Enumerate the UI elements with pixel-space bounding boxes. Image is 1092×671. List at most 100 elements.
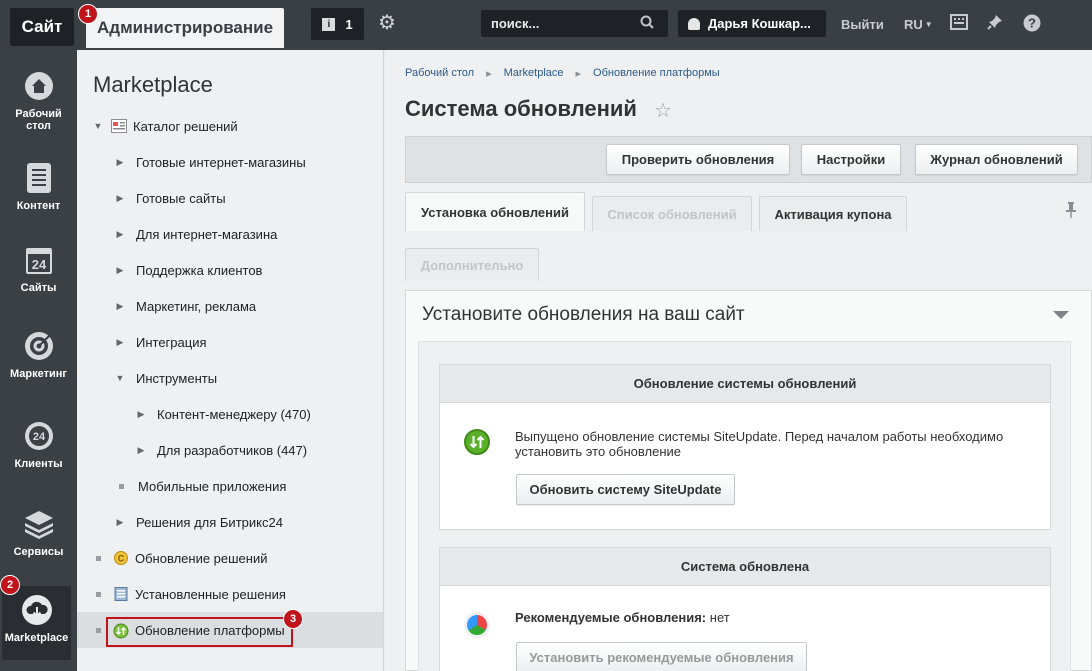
tree-item-label: Готовые сайты <box>136 190 226 206</box>
notifications-count: 1 <box>345 16 353 32</box>
tree-item-label: Интеграция <box>136 334 207 350</box>
chevron-right-icon[interactable]: ▶ <box>136 409 146 420</box>
breadcrumb-separator-icon: ▸ <box>486 68 492 80</box>
language-selector[interactable]: RU ▼ <box>904 17 933 32</box>
tree-item-label: Решения для Битрикс24 <box>136 514 283 530</box>
page-title: Система обновлений <box>405 96 637 121</box>
tree-item-installed[interactable]: Установленные решения <box>77 576 383 612</box>
update-siteupdate-button[interactable]: Обновить систему SiteUpdate <box>516 474 735 505</box>
recommended-updates-icon <box>464 612 490 638</box>
document-icon <box>23 162 55 194</box>
calendar-24-icon: 24 <box>23 244 55 276</box>
installed-solutions-icon <box>113 587 129 601</box>
tab-install-updates[interactable]: Установка обновлений <box>405 192 585 231</box>
site-button[interactable]: Сайт <box>10 8 74 46</box>
settings-button[interactable]: Настройки <box>801 144 901 175</box>
bullet-icon <box>119 483 124 489</box>
menu-item-label: Marketplace <box>4 632 69 644</box>
chevron-right-icon[interactable]: ▶ <box>115 301 125 312</box>
tree-item-developers[interactable]: ▶ Для разработчиков (447) <box>77 432 383 468</box>
menu-item-desktop[interactable]: Рабочий стол <box>0 70 77 150</box>
menu-item-marketplace[interactable]: Marketplace <box>2 586 71 660</box>
user-button[interactable]: Дарья Кошкар... <box>678 10 826 37</box>
chevron-right-icon[interactable]: ▶ <box>115 193 125 204</box>
highlight-box <box>106 617 293 647</box>
tree-item-content-manager[interactable]: ▶ Контент-менеджеру (470) <box>77 396 383 432</box>
tree-item-label: Поддержка клиентов <box>136 262 263 278</box>
gear-icon[interactable]: ⚙ <box>378 13 396 33</box>
menu-item-clients[interactable]: 24 Клиенты <box>0 420 77 500</box>
notifications-button[interactable]: i 1 <box>311 8 364 40</box>
menu-item-content[interactable]: Контент <box>0 162 77 242</box>
chevron-right-icon[interactable]: ▶ <box>136 445 146 456</box>
logout-link[interactable]: Выйти <box>841 17 884 32</box>
system-updated-block: Система обновлена Рекомендуемые обновлен… <box>439 547 1051 671</box>
update-journal-button[interactable]: Журнал обновлений <box>915 144 1078 175</box>
info-icon: i <box>322 17 336 31</box>
subnav-title: Marketplace <box>93 72 213 97</box>
chevron-down-icon[interactable]: ▼ <box>93 121 103 131</box>
tree-item-label: Каталог решений <box>133 118 238 134</box>
search-box <box>481 10 668 37</box>
tree-item-label: Установленные решения <box>135 586 286 602</box>
help-icon[interactable]: ? <box>1023 14 1041 37</box>
tree-item-label: Для разработчиков (447) <box>157 442 308 458</box>
update-solutions-icon: C <box>113 551 129 565</box>
install-recommended-button[interactable]: Установить рекомендуемые обновления <box>516 642 807 671</box>
admin-tab[interactable]: Администрирование <box>86 8 284 48</box>
step-marker-2: 2 <box>0 575 20 595</box>
keyboard-icon[interactable] <box>950 14 968 35</box>
chevron-right-icon[interactable]: ▶ <box>115 517 125 528</box>
menu-item-label: Контент <box>16 200 61 212</box>
tree-item-label: Обновление решений <box>135 550 268 566</box>
tree-item-catalog[interactable]: ▼ Каталог решений <box>77 108 383 144</box>
pin-icon[interactable] <box>1066 202 1076 221</box>
search-icon[interactable] <box>640 15 654 33</box>
recommended-updates-text: Рекомендуемые обновления: нет <box>515 610 730 625</box>
tree-item-mobile[interactable]: Мобильные приложения <box>77 468 383 504</box>
target-icon <box>23 330 55 362</box>
block-heading: Система обновлена <box>440 548 1050 586</box>
tree-item-support[interactable]: ▶ Поддержка клиентов <box>77 252 383 288</box>
menu-item-label: Клиенты <box>14 458 63 470</box>
tree-item-bitrix24[interactable]: ▶ Решения для Битрикс24 <box>77 504 383 540</box>
tree-item-integration[interactable]: ▶ Интеграция <box>77 324 383 360</box>
breadcrumb-item[interactable]: Marketplace <box>504 67 564 80</box>
tree-item-ready-sites[interactable]: ▶ Готовые сайты <box>77 180 383 216</box>
tree-item-solution-updates[interactable]: C Обновление решений <box>77 540 383 576</box>
tree-item-label: Готовые интернет-магазины <box>136 154 306 170</box>
siteupdate-text-line: Выпущено обновление системы SiteUpdate. … <box>515 429 1004 444</box>
tab-updates-list[interactable]: Список обновлений <box>592 196 752 231</box>
install-updates-panel: Установите обновления на ваш сайт Обновл… <box>405 290 1092 671</box>
siteupdate-text: Выпущено обновление системы SiteUpdate. … <box>515 429 1003 459</box>
tree-item-ready-shops[interactable]: ▶ Готовые интернет-магазины <box>77 144 383 180</box>
step-marker-3: 3 <box>283 609 303 629</box>
menu-item-marketing[interactable]: Маркетинг <box>0 330 77 410</box>
pin-icon[interactable] <box>987 14 1003 35</box>
chevron-right-icon[interactable]: ▶ <box>115 265 125 276</box>
chevron-down-icon[interactable]: ▼ <box>115 373 125 383</box>
chevron-right-icon[interactable]: ▶ <box>115 157 125 168</box>
breadcrumb-item[interactable]: Обновление платформы <box>593 67 720 80</box>
house-icon <box>23 70 55 102</box>
recommended-value: нет <box>709 610 730 625</box>
bullet-icon <box>96 555 101 561</box>
breadcrumb-item[interactable]: Рабочий стол <box>405 67 474 80</box>
star-icon[interactable]: ☆ <box>654 98 672 123</box>
menu-item-label: Сайты <box>20 282 57 294</box>
collapse-chevron-icon[interactable] <box>1053 311 1069 319</box>
chevron-right-icon[interactable]: ▶ <box>115 337 125 348</box>
tab-coupon-activation[interactable]: Активация купона <box>759 196 907 231</box>
menu-item-sites[interactable]: 24 Сайты <box>0 244 77 324</box>
chevron-down-icon: ▼ <box>924 20 933 29</box>
tab-additional[interactable]: Дополнительно <box>405 248 539 281</box>
bullet-icon <box>96 627 101 633</box>
tree-item-tools[interactable]: ▼ Инструменты <box>77 360 383 396</box>
tree-item-marketing[interactable]: ▶ Маркетинг, реклама <box>77 288 383 324</box>
check-updates-button[interactable]: Проверить обновления <box>606 144 790 175</box>
search-input[interactable] <box>481 16 636 31</box>
chevron-right-icon[interactable]: ▶ <box>115 229 125 240</box>
breadcrumb: Рабочий стол ▸ Marketplace ▸ Обновление … <box>405 67 720 80</box>
tree-item-for-shops[interactable]: ▶ Для интернет-магазина <box>77 216 383 252</box>
clients-24-icon: 24 <box>23 420 55 452</box>
